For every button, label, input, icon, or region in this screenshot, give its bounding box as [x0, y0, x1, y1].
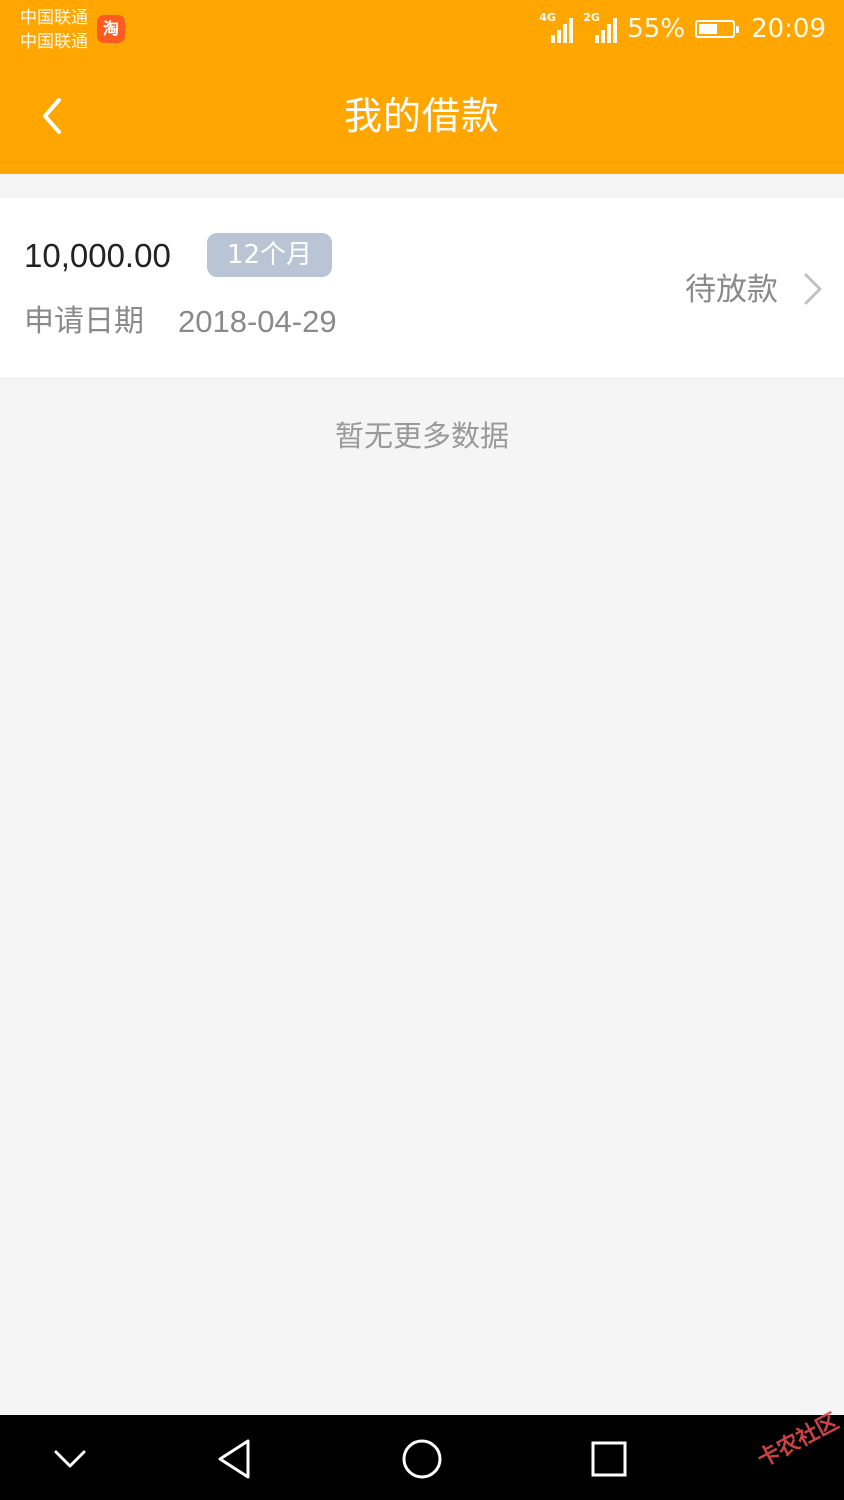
screen: 中国联通 中国联通 淘 4G 2G 55% 20:09 我的借款 10,000.…	[0, 0, 844, 1500]
apply-date-value: 2018-04-29	[178, 304, 337, 339]
back-nav-button[interactable]	[210, 1435, 258, 1483]
loan-term-badge: 12个月	[207, 233, 332, 277]
carrier-name-2: 中国联通	[20, 32, 88, 52]
clock: 20:09	[751, 14, 826, 44]
chevron-down-icon	[54, 1450, 86, 1468]
system-navigation-bar	[0, 1415, 844, 1500]
taobao-notification-icon: 淘	[97, 15, 125, 43]
circle-home-icon	[402, 1439, 442, 1479]
network-type-2g: 2G	[583, 11, 600, 24]
status-bar: 中国联通 中国联通 淘 4G 2G 55% 20:09	[0, 0, 844, 60]
page-title: 我的借款	[343, 94, 500, 138]
loan-amount: 10,000.00	[24, 237, 171, 274]
network-type-4g: 4G	[539, 11, 556, 24]
loan-list-item[interactable]: 10,000.00 12个月 申请日期 2018-04-29 待放款	[0, 198, 844, 379]
top-bar: 中国联通 中国联通 淘 4G 2G 55% 20:09 我的借款	[0, 0, 844, 174]
empty-state-text: 暂无更多数据	[334, 419, 509, 453]
carrier-name-1: 中国联通	[20, 8, 88, 28]
recents-nav-button[interactable]	[585, 1435, 633, 1483]
status-indicators: 4G 2G 55% 20:09	[539, 12, 826, 46]
loan-status: 待放款	[685, 272, 778, 308]
triangle-back-icon	[218, 1439, 250, 1479]
square-recents-icon	[591, 1441, 627, 1477]
hide-nav-button[interactable]	[46, 1435, 94, 1483]
signal-icon-2g: 2G	[583, 11, 618, 43]
apply-date-label: 申请日期	[24, 304, 144, 339]
carrier-info: 中国联通 中国联通	[20, 6, 88, 54]
battery-icon	[695, 20, 740, 38]
battery-level-fill	[699, 24, 718, 34]
home-nav-button[interactable]	[398, 1435, 446, 1483]
chevron-right-icon	[804, 273, 822, 305]
battery-percent: 55%	[627, 14, 686, 44]
signal-icon-4g: 4G	[539, 11, 574, 43]
